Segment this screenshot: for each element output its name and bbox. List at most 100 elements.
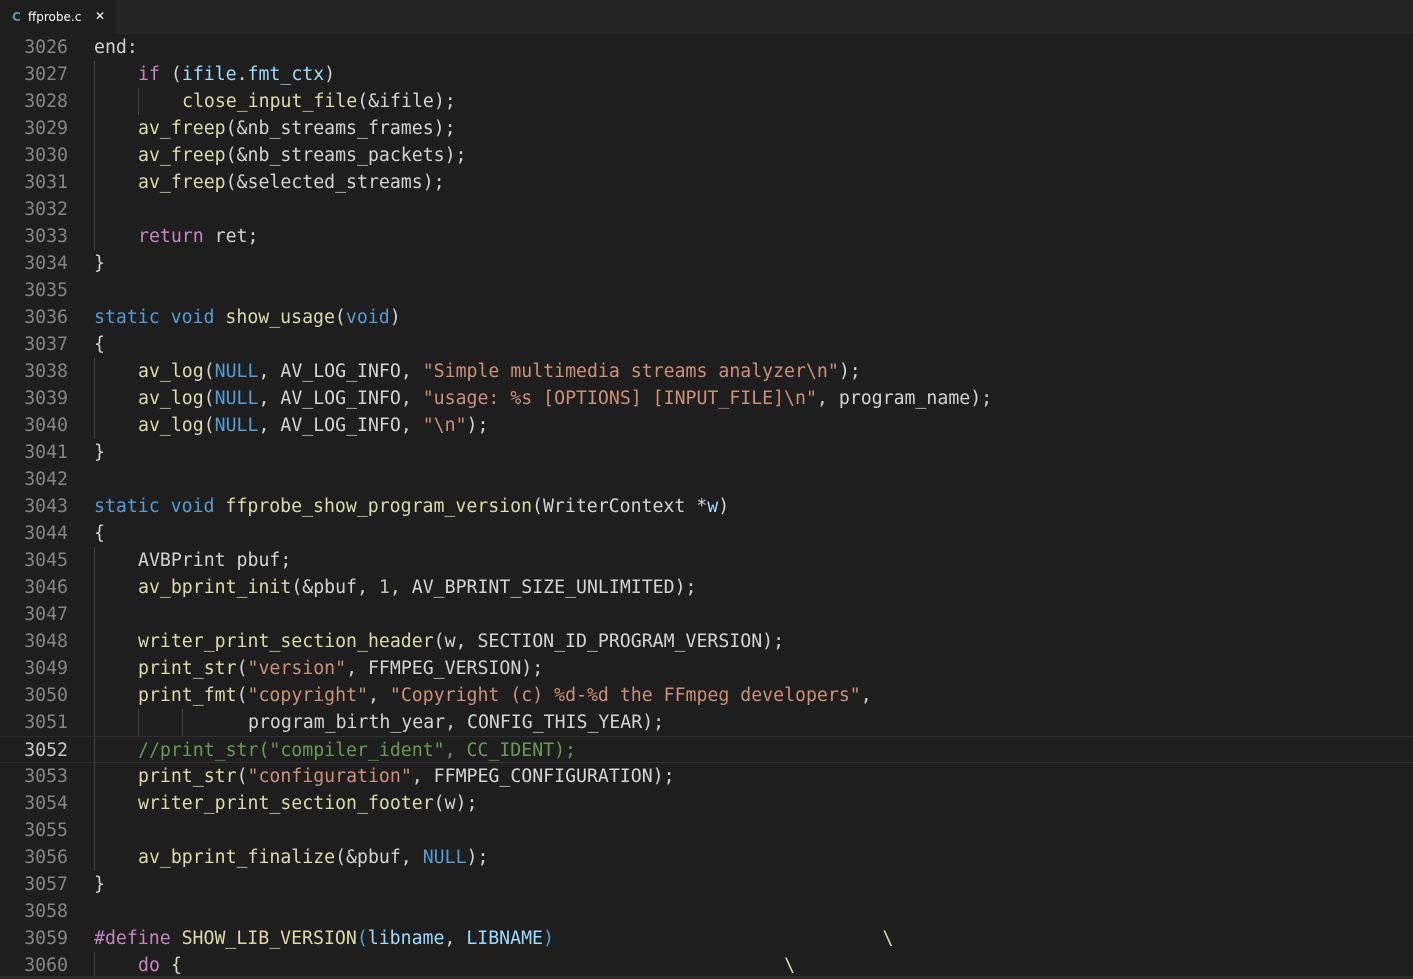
- line-number: 3052: [24, 740, 68, 761]
- code-token: ifile: [181, 64, 237, 85]
- code-line[interactable]: 3042: [0, 466, 1413, 493]
- indent-guide: [94, 142, 95, 169]
- code-line[interactable]: 3059 #define SHOW_LIB_VERSION(libname, LI…: [0, 925, 1413, 952]
- indent-guide: [94, 655, 95, 682]
- line-number: 3028: [24, 91, 68, 112]
- code-line[interactable]: 3054 writer_print_section_footer(w);: [0, 790, 1413, 817]
- indent-guide: [94, 952, 95, 979]
- code-token: (w);: [433, 793, 478, 814]
- line-number: 3046: [24, 577, 68, 598]
- code-token: writer_print_section_header: [138, 631, 434, 652]
- indent-guide: [94, 709, 95, 736]
- code-token: (: [334, 307, 346, 328]
- code-line[interactable]: 3049 print_str("version", FFMPEG_VERSION)…: [0, 655, 1413, 682]
- line-number: 3050: [24, 685, 68, 706]
- code-token: fmt_ctx: [247, 64, 325, 85]
- code-line[interactable]: 3036 static void show_usage(void): [0, 304, 1413, 331]
- code-line[interactable]: 3027 if (ifile.fmt_ctx): [0, 61, 1413, 88]
- line-number: 3031: [24, 172, 68, 193]
- code-line[interactable]: 3044 {: [0, 520, 1413, 547]
- code-token: NULL: [214, 361, 259, 382]
- code-line[interactable]: 3033 return ret;: [0, 223, 1413, 250]
- code-line[interactable]: 3057}: [0, 871, 1413, 898]
- code-token: av_log: [138, 415, 204, 436]
- code-line[interactable]: 3029 av_freep(&nb_streams_frames);: [0, 115, 1413, 142]
- code-token: program_birth_year, CONFIG_THIS_YEAR);: [248, 712, 665, 733]
- code-line[interactable]: 3052 //print_str("compiler_ident", CC_IDE…: [0, 736, 1413, 764]
- code-line[interactable]: 3040 av_log(NULL, AV_LOG_INFO, "\n");: [0, 412, 1413, 439]
- line-number: 3032: [24, 199, 68, 220]
- code-line[interactable]: 3035: [0, 277, 1413, 304]
- code-line[interactable]: 3053 print_str("configuration", FFMPEG_CO…: [0, 763, 1413, 790]
- code-line[interactable]: 3037 {: [0, 331, 1413, 358]
- code-token: NULL: [422, 847, 467, 868]
- indent-guide: [94, 628, 95, 655]
- code-token: static: [94, 496, 160, 517]
- code-line[interactable]: 3047: [0, 601, 1413, 628]
- code-token: );: [466, 415, 489, 436]
- indent-guide: [94, 817, 95, 844]
- indent-guide: [94, 169, 95, 196]
- indent-guide: [138, 709, 139, 736]
- code-token: , AV_LOG_INFO,: [258, 361, 423, 382]
- code-line[interactable]: 3034}: [0, 250, 1413, 277]
- code-editor[interactable]: 3026 end: 3027 if (ifile.fmt_ctx) 3028 close_…: [0, 34, 1413, 979]
- code-line[interactable]: 3031 av_freep(&selected_streams);: [0, 169, 1413, 196]
- code-token: print_fmt: [138, 685, 237, 706]
- code-line[interactable]: 3030 av_freep(&nb_streams_packets);: [0, 142, 1413, 169]
- code-token: (: [203, 415, 215, 436]
- code-token: #define: [94, 928, 171, 949]
- code-line[interactable]: 3051 program_birth_year, CONFIG_THIS_YEAR…: [0, 709, 1413, 736]
- code-line[interactable]: 3028 close_input_file(&ifile);: [0, 88, 1413, 115]
- code-line[interactable]: 3056 av_bprint_finalize(&pbuf, NULL);: [0, 844, 1413, 871]
- line-number: 3037: [24, 334, 68, 355]
- line-number: 3049: [24, 658, 68, 679]
- code-line[interactable]: 3039 av_log(NULL, AV_LOG_INFO, "usage: %s…: [0, 385, 1413, 412]
- code-line[interactable]: 3038 av_log(NULL, AV_LOG_INFO, "Simple mu…: [0, 358, 1413, 385]
- code-text: av_log(NULL, AV_LOG_INFO, "\n");: [138, 412, 488, 439]
- code-line[interactable]: 3045 AVBPrint pbuf;: [0, 547, 1413, 574]
- code-token: (&nb_streams_frames);: [225, 118, 456, 139]
- line-number: 3053: [24, 766, 68, 787]
- code-text: av_freep(&nb_streams_packets);: [138, 142, 467, 169]
- code-token: void: [345, 307, 390, 328]
- code-token: end:: [94, 37, 138, 58]
- code-line[interactable]: 3058: [0, 898, 1413, 925]
- code-line[interactable]: 3043 static void ffprobe_show_program_ver…: [0, 493, 1413, 520]
- indent-guide: [94, 115, 95, 142]
- indent-guide: [94, 61, 95, 88]
- indent-guide: [94, 682, 95, 709]
- code-token: ,: [367, 685, 390, 706]
- code-token: }: [94, 874, 105, 895]
- code-token: av_bprint_init: [138, 577, 292, 598]
- code-token: libname: [367, 928, 445, 949]
- code-token: "version": [247, 658, 347, 679]
- line-number: 3045: [24, 550, 68, 571]
- code-text: av_bprint_finalize(&pbuf, NULL);: [138, 844, 488, 871]
- code-line[interactable]: 3055: [0, 817, 1413, 844]
- code-line[interactable]: 3050 print_fmt("copyright", "Copyright (c…: [0, 682, 1413, 709]
- code-token: "\n": [422, 415, 467, 436]
- line-number: 3033: [24, 226, 68, 247]
- code-line[interactable]: 3046 av_bprint_init(&pbuf, 1, AV_BPRINT_S…: [0, 574, 1413, 601]
- code-line[interactable]: 3060 do { \: [0, 952, 1413, 979]
- line-number: 3036: [24, 307, 68, 328]
- close-icon[interactable]: ✕: [93, 9, 107, 23]
- code-token: (: [203, 388, 215, 409]
- editor-window: C ffprobe.c ✕ 3026 end: 3027 if (ifile.fmt_…: [0, 0, 1413, 979]
- code-text: }: [94, 250, 105, 277]
- tab-ffprobe-c[interactable]: C ffprobe.c ✕: [0, 0, 116, 34]
- code-token: (WriterContext *: [532, 496, 708, 517]
- line-number: 3054: [24, 793, 68, 814]
- code-token: );: [466, 847, 489, 868]
- code-line[interactable]: 3026 end:: [0, 34, 1413, 61]
- code-line[interactable]: 3041}: [0, 439, 1413, 466]
- indent-guide: [94, 737, 95, 764]
- line-number: 3041: [24, 442, 68, 463]
- code-line[interactable]: 3032: [0, 196, 1413, 223]
- code-token: ret;: [203, 226, 259, 247]
- code-line[interactable]: 3048 writer_print_section_header(w, SECTI…: [0, 628, 1413, 655]
- code-text: av_bprint_init(&pbuf, 1, AV_BPRINT_SIZE_…: [138, 574, 696, 601]
- code-token: av_freep: [138, 118, 226, 139]
